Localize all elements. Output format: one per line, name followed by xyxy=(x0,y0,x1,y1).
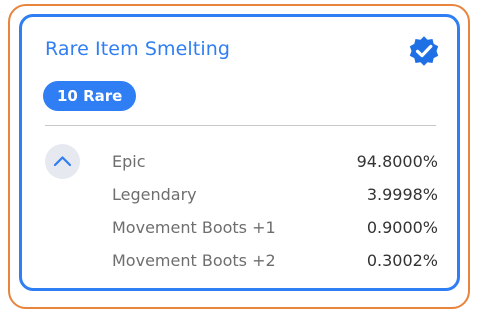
outcome-name: Movement Boots +2 xyxy=(112,251,276,270)
outcome-name: Movement Boots +1 xyxy=(112,218,276,237)
outcome-percent: 3.9998% xyxy=(366,185,438,204)
smelting-card[interactable]: Rare Item Smelting 10 Rare Epic 94.8000%… xyxy=(19,14,460,291)
rarity-badge: 10 Rare xyxy=(43,81,137,111)
outcome-percent: 94.8000% xyxy=(356,152,438,171)
list-item: Movement Boots +2 0.3002% xyxy=(112,244,438,277)
divider xyxy=(45,125,436,126)
outcome-list: Epic 94.8000% Legendary 3.9998% Movement… xyxy=(112,145,438,277)
outcome-name: Legendary xyxy=(112,185,197,204)
outcome-name: Epic xyxy=(112,152,146,171)
outcome-percent: 0.9000% xyxy=(366,218,438,237)
list-item: Movement Boots +1 0.9000% xyxy=(112,211,438,244)
chevron-up-icon xyxy=(53,156,72,167)
verified-badge-icon xyxy=(406,33,442,69)
collapse-button[interactable] xyxy=(45,144,80,179)
list-item: Legendary 3.9998% xyxy=(112,178,438,211)
list-item: Epic 94.8000% xyxy=(112,145,438,178)
outcome-percent: 0.3002% xyxy=(366,251,438,270)
card-title: Rare Item Smelting xyxy=(45,38,231,60)
